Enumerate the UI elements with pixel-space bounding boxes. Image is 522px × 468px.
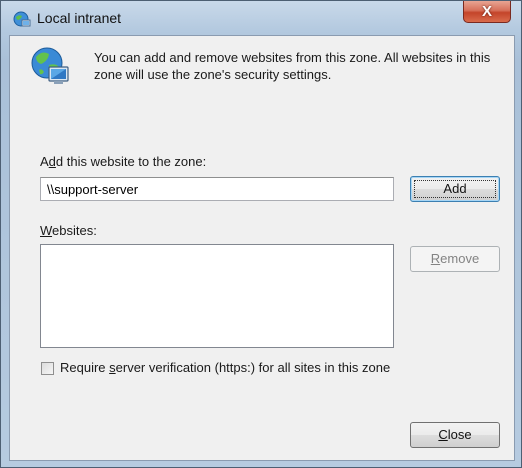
- remove-button[interactable]: Remove: [410, 246, 500, 272]
- dialog-window: Local intranet X You can add and remove …: [0, 0, 522, 468]
- window-close-button[interactable]: X: [463, 1, 511, 23]
- require-verification-label[interactable]: Require server verification (https:) for…: [60, 360, 390, 375]
- title-bar[interactable]: Local intranet X: [1, 1, 521, 35]
- zone-description: You can add and remove websites from thi…: [94, 50, 491, 82]
- require-verification-checkbox[interactable]: [41, 362, 54, 375]
- window-title: Local intranet: [37, 10, 122, 26]
- add-website-label: Add this website to the zone:: [40, 154, 207, 169]
- globe-computer-icon: [31, 47, 69, 84]
- websites-list[interactable]: [40, 244, 394, 348]
- focus-rectangle: [414, 180, 496, 198]
- website-input[interactable]: [40, 177, 394, 201]
- close-button[interactable]: Close: [410, 422, 500, 448]
- add-button[interactable]: Add: [410, 176, 500, 202]
- globe-icon: [13, 11, 31, 27]
- websites-label: Websites:: [40, 223, 97, 238]
